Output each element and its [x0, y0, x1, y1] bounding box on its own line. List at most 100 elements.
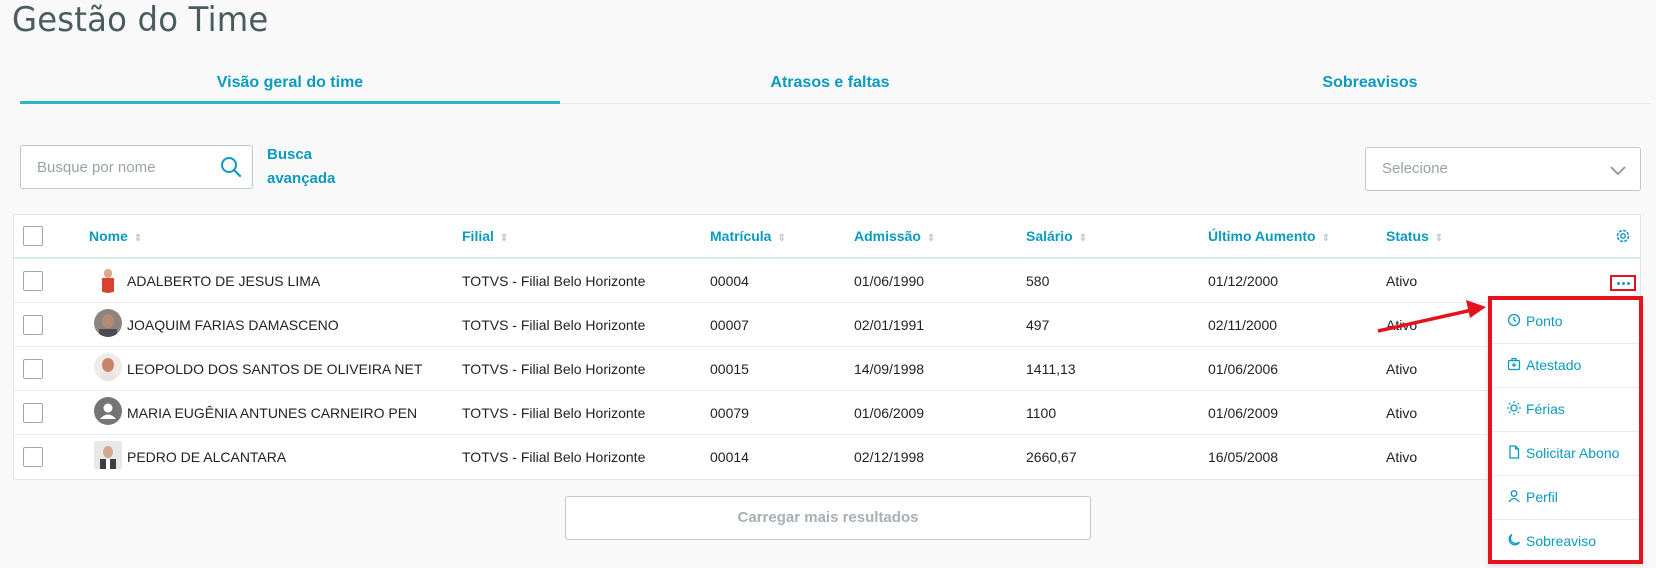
sort-icon: ⇕ — [133, 233, 143, 244]
employee-table: Nome ⇕ Filial ⇕ Matrícula ⇕ Admissão ⇕ Salár… — [13, 214, 1641, 480]
employee-name: PEDRO DE ALCANTARA — [127, 449, 287, 465]
employee-last-raise: 01/12/2000 — [1208, 273, 1279, 289]
tab-delays-absences[interactable]: Atrasos e faltas — [560, 60, 1100, 103]
employee-last-raise: 16/05/2008 — [1208, 449, 1279, 465]
avatar — [94, 309, 122, 337]
employee-status: Ativo — [1386, 317, 1418, 333]
menu-item-label: Atestado — [1526, 357, 1582, 373]
column-header-admission[interactable]: Admissão ⇕ — [854, 228, 935, 244]
employee-salary: 1411,13 — [1026, 361, 1076, 377]
medical-kit-icon — [1507, 357, 1521, 371]
column-registration-label: Matrícula — [710, 228, 772, 244]
employee-status: Ativo — [1386, 405, 1418, 421]
avatar-placeholder-icon — [94, 397, 122, 425]
sort-icon: ⇕ — [1321, 233, 1330, 244]
tab-team-overview[interactable]: Visão geral do time — [20, 60, 560, 104]
search-input[interactable] — [21, 146, 201, 188]
row-checkbox[interactable] — [23, 359, 43, 379]
table-row[interactable]: LEOPOLDO DOS SANTOS DE OLIVEIRA NET TOTV… — [14, 347, 1640, 391]
advanced-search-label-1: Busca — [267, 146, 313, 163]
advanced-search-label-2: avançada — [267, 170, 336, 187]
employee-status: Ativo — [1386, 273, 1418, 289]
employee-branch: TOTVS - Filial Belo Horizonte — [462, 405, 646, 421]
column-header-salary[interactable]: Salário ⇕ — [1026, 228, 1087, 244]
employee-status: Ativo — [1386, 361, 1418, 377]
sun-icon — [1507, 401, 1521, 415]
menu-item-solicitar-abono[interactable]: Solicitar Abono — [1492, 432, 1639, 476]
menu-item-ponto[interactable]: Ponto — [1492, 300, 1639, 344]
menu-item-perfil[interactable]: Perfil — [1492, 476, 1639, 520]
tab-on-call[interactable]: Sobreavisos — [1100, 60, 1640, 103]
page-title: Gestão do Time — [12, 0, 269, 40]
avatar — [94, 265, 122, 293]
table-row[interactable]: MARIA EUGÊNIA ANTUNES CARNEIRO PEN TOTVS… — [14, 391, 1640, 435]
column-header-last-raise[interactable]: Último Aumento ⇕ — [1208, 228, 1330, 244]
gear-icon[interactable] — [1614, 227, 1632, 245]
row-checkbox[interactable] — [23, 271, 43, 291]
menu-item-label: Solicitar Abono — [1526, 445, 1620, 461]
row-actions-menu: Ponto Atestado Férias Solicitar Abono Pe… — [1488, 296, 1643, 564]
employee-admission: 01/06/2009 — [854, 405, 925, 421]
sort-icon: ⇕ — [777, 233, 786, 244]
employee-salary: 580 — [1026, 273, 1050, 289]
employee-last-raise: 02/11/2000 — [1208, 317, 1278, 333]
table-row[interactable]: JOAQUIM FARIAS DAMASCENO TOTVS - Filial … — [14, 303, 1640, 347]
employee-salary: 2660,67 — [1026, 449, 1077, 465]
employee-salary: 497 — [1026, 317, 1050, 333]
employee-last-raise: 01/06/2006 — [1208, 361, 1279, 377]
employee-last-raise: 01/06/2009 — [1208, 405, 1279, 421]
row-checkbox[interactable] — [23, 447, 43, 467]
employee-registration: 00014 — [710, 449, 749, 465]
employee-name: JOAQUIM FARIAS DAMASCENO — [127, 317, 339, 333]
employee-registration: 00007 — [710, 317, 749, 333]
more-options-button[interactable] — [1610, 275, 1636, 291]
column-salary-label: Salário — [1026, 228, 1073, 244]
column-header-name[interactable]: Nome ⇕ — [89, 228, 142, 244]
column-last-raise-label: Último Aumento — [1208, 228, 1316, 244]
advanced-search-link[interactable]: Busca avançada — [267, 143, 347, 191]
tab-bar: Visão geral do time Atrasos e faltas Sob… — [20, 60, 1650, 104]
column-header-registration[interactable]: Matrícula ⇕ — [710, 228, 786, 244]
employee-registration: 00079 — [710, 405, 749, 421]
table-row[interactable]: ADALBERTO DE JESUS LIMA TOTVS - Filial B… — [14, 259, 1640, 303]
employee-branch: TOTVS - Filial Belo Horizonte — [462, 361, 646, 377]
menu-item-ferias[interactable]: Férias — [1492, 388, 1639, 432]
column-branch-label: Filial — [462, 228, 494, 244]
column-header-status[interactable]: Status ⇕ — [1386, 228, 1443, 244]
employee-registration: 00015 — [710, 361, 749, 377]
menu-item-atestado[interactable]: Atestado — [1492, 344, 1639, 388]
user-icon — [1508, 490, 1520, 503]
table-header: Nome ⇕ Filial ⇕ Matrícula ⇕ Admissão ⇕ Salár… — [14, 215, 1640, 259]
table-row[interactable]: PEDRO DE ALCANTARA TOTVS - Filial Belo H… — [14, 435, 1640, 479]
avatar — [94, 353, 122, 381]
chevron-down-icon — [1610, 166, 1626, 176]
column-header-branch[interactable]: Filial ⇕ — [462, 228, 508, 244]
employee-admission: 02/12/1998 — [854, 449, 925, 465]
search-field — [20, 145, 253, 189]
status-filter-select[interactable]: Selecione — [1365, 147, 1641, 191]
sort-icon: ⇕ — [1434, 233, 1444, 244]
search-icon[interactable] — [220, 156, 242, 178]
menu-item-sobreaviso[interactable]: Sobreaviso — [1492, 520, 1639, 564]
employee-name: MARIA EUGÊNIA ANTUNES CARNEIRO PEN — [127, 405, 418, 421]
employee-admission: 14/09/1998 — [854, 361, 925, 377]
select-all-checkbox[interactable] — [23, 226, 43, 246]
employee-name: LEOPOLDO DOS SANTOS DE OLIVEIRA NET — [127, 361, 423, 377]
column-status-label: Status — [1386, 228, 1429, 244]
avatar — [94, 441, 122, 469]
employee-name: ADALBERTO DE JESUS LIMA — [127, 273, 321, 289]
document-icon — [1509, 445, 1520, 459]
employee-status: Ativo — [1386, 449, 1418, 465]
employee-salary: 1100 — [1026, 405, 1057, 421]
sort-icon: ⇕ — [1078, 233, 1088, 244]
clock-icon — [1507, 313, 1521, 327]
row-checkbox[interactable] — [23, 403, 43, 423]
column-name-label: Nome — [89, 228, 128, 244]
menu-item-label: Sobreaviso — [1526, 533, 1597, 549]
employee-admission: 02/01/1991 — [854, 317, 925, 333]
sort-icon: ⇕ — [926, 233, 936, 244]
load-more-button[interactable]: Carregar mais resultados — [565, 496, 1091, 540]
menu-item-label: Férias — [1526, 401, 1565, 417]
menu-item-label: Ponto — [1526, 313, 1563, 329]
row-checkbox[interactable] — [23, 315, 43, 335]
